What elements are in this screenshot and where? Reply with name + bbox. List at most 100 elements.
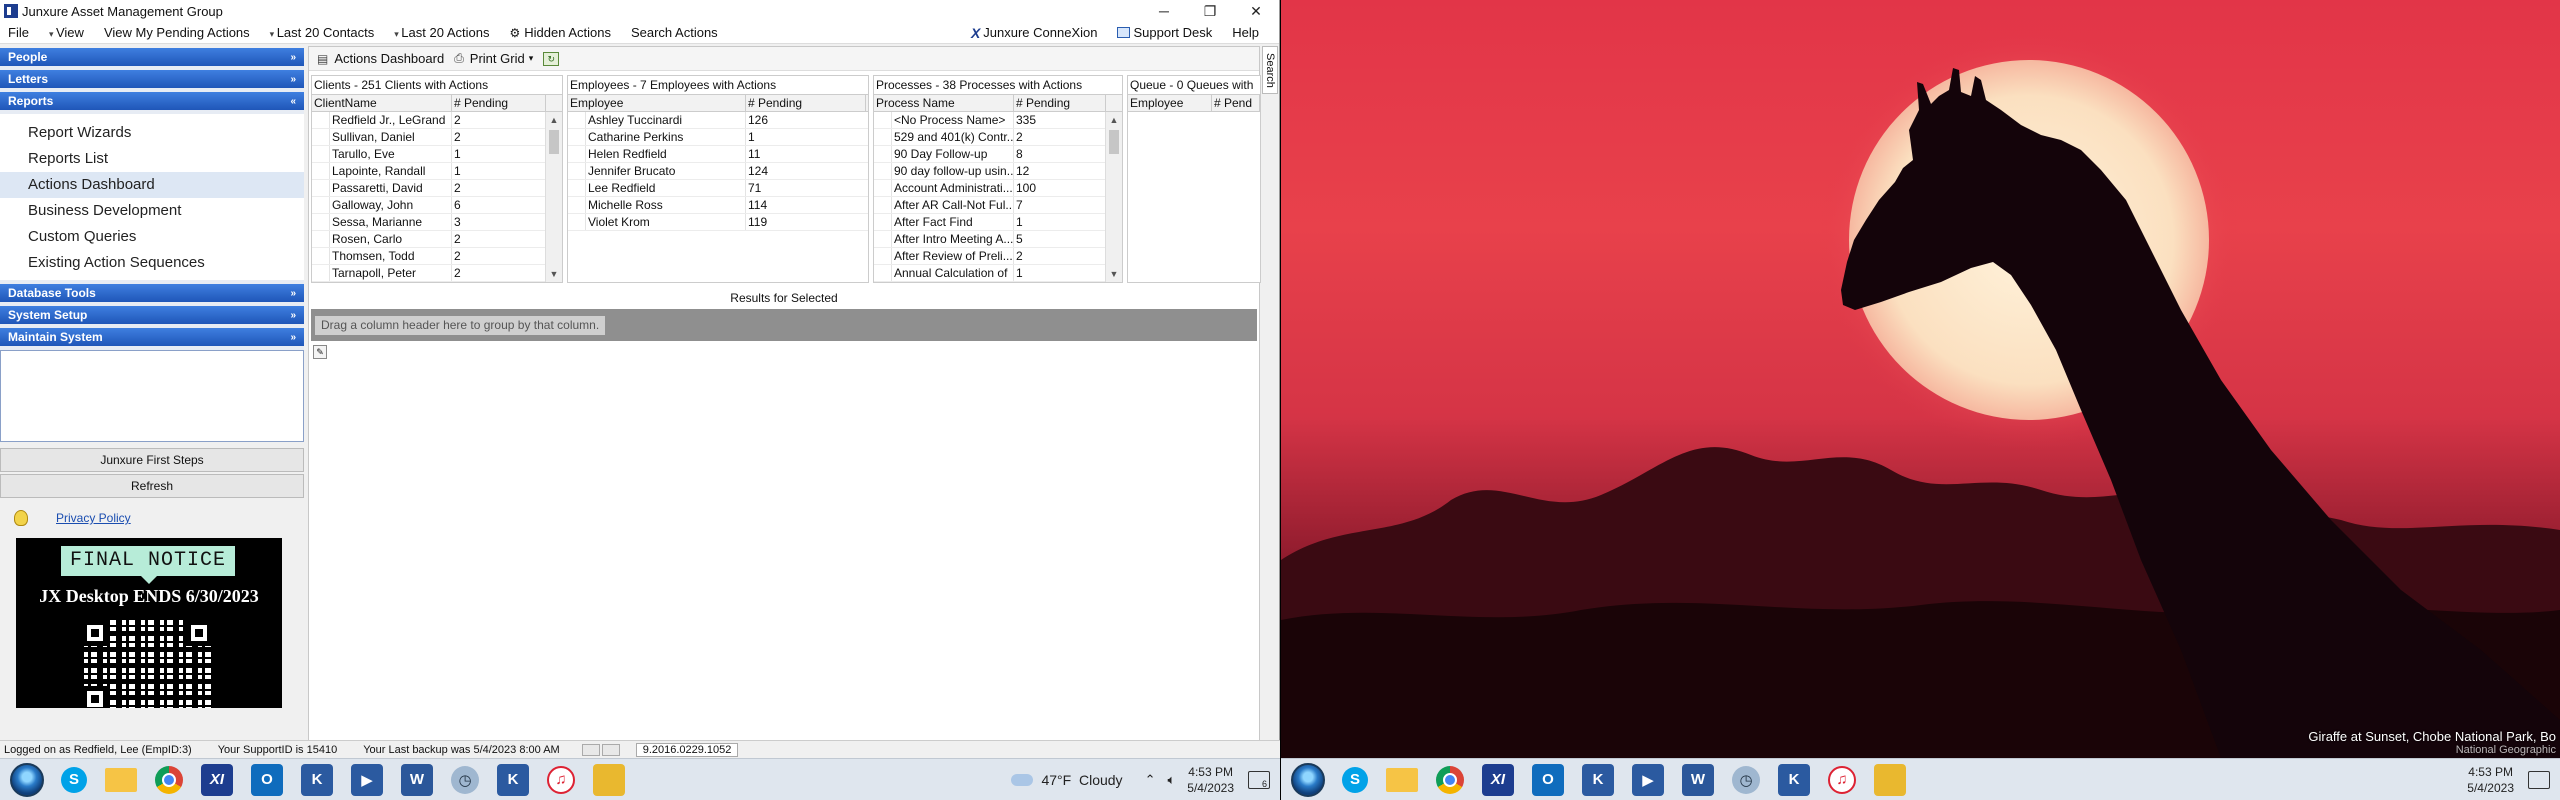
file-explorer-icon[interactable]: [1386, 767, 1418, 792]
itunes-icon[interactable]: ♫: [1828, 765, 1856, 794]
clients-row[interactable]: Lapointe, Randall 1: [312, 163, 562, 180]
search-side-tab[interactable]: Search: [1262, 46, 1278, 94]
itunes-icon[interactable]: ♫: [547, 765, 575, 794]
clients-row[interactable]: Sessa, Marianne 3: [312, 214, 562, 231]
menu-last-20-contacts[interactable]: Last 20 Contacts: [270, 25, 375, 40]
row-selector[interactable]: [568, 112, 586, 128]
word-icon[interactable]: W: [401, 763, 433, 796]
taskbar-clock[interactable]: 4:53 PM 5/4/2023: [2467, 764, 2514, 796]
column-header-pending[interactable]: # Pending: [452, 95, 546, 111]
processes-row[interactable]: <No Process Name> 335: [874, 112, 1122, 129]
processes-row[interactable]: 529 and 401(k) Contr... 2: [874, 129, 1122, 146]
row-selector[interactable]: [312, 214, 330, 230]
file-explorer-icon[interactable]: [105, 767, 137, 792]
row-selector[interactable]: [874, 231, 892, 247]
row-selector[interactable]: [874, 146, 892, 162]
menu-help[interactable]: Help: [1232, 25, 1259, 40]
clock-app-icon[interactable]: ◷: [1732, 765, 1760, 794]
employees-row[interactable]: Michelle Ross 114: [568, 197, 868, 214]
processes-row[interactable]: Account Administrati... 100: [874, 180, 1122, 197]
row-selector[interactable]: [568, 214, 586, 230]
nav-section-letters[interactable]: Letters »: [0, 70, 304, 92]
k-app-icon[interactable]: K: [1582, 763, 1614, 796]
start-button-icon[interactable]: [10, 762, 44, 797]
k-app-icon[interactable]: K: [1778, 763, 1810, 796]
scroll-thumb[interactable]: [549, 130, 559, 154]
nav-item-existing-action-sequences[interactable]: Existing Action Sequences: [0, 250, 304, 276]
folder-icon[interactable]: [1874, 763, 1906, 796]
row-selector[interactable]: [568, 129, 586, 145]
column-header-pending[interactable]: # Pend: [1212, 95, 1260, 111]
clients-row[interactable]: Tarnapoll, Peter 2: [312, 265, 562, 282]
row-selector[interactable]: [312, 248, 330, 264]
scroll-down-icon[interactable]: ▼: [1106, 266, 1122, 282]
column-header-employee[interactable]: Employee: [568, 95, 746, 111]
menu-last-20-actions[interactable]: Last 20 Actions: [394, 25, 489, 40]
nav-item-business-development[interactable]: Business Development: [0, 198, 304, 224]
row-selector[interactable]: [312, 163, 330, 179]
final-notice-banner[interactable]: FINAL NOTICE JX Desktop ENDS 6/30/2023: [16, 538, 282, 708]
menu-junxure-connexion[interactable]: X Junxure ConneXion: [971, 25, 1098, 41]
column-header-clientname[interactable]: ClientName: [312, 95, 452, 111]
scroll-down-icon[interactable]: ▼: [546, 266, 562, 282]
wallpaper-caption[interactable]: Giraffe at Sunset, Chobe National Park, …: [2308, 729, 2556, 756]
processes-row[interactable]: 90 day follow-up usin... 12: [874, 163, 1122, 180]
menu-hidden-actions[interactable]: ⚙ Hidden Actions: [509, 25, 611, 40]
start-button-icon[interactable]: [1291, 762, 1325, 797]
employees-row[interactable]: Helen Redfield 11: [568, 146, 868, 163]
menu-support-desk[interactable]: Support Desk: [1117, 25, 1212, 40]
close-button[interactable]: ✕: [1233, 3, 1279, 20]
menu-file[interactable]: File: [8, 25, 29, 40]
clock-app-icon[interactable]: ◷: [451, 765, 479, 794]
nav-item-reports-list[interactable]: Reports List: [0, 146, 304, 172]
clients-row[interactable]: Tarullo, Eve 1: [312, 146, 562, 163]
employees-row[interactable]: Violet Krom 119: [568, 214, 868, 231]
clients-row[interactable]: Galloway, John 6: [312, 197, 562, 214]
clients-row[interactable]: Sullivan, Daniel 2: [312, 129, 562, 146]
refresh-button[interactable]: Refresh: [0, 474, 304, 498]
processes-scrollbar[interactable]: ▲ ▼: [1105, 112, 1122, 282]
row-selector[interactable]: [874, 163, 892, 179]
nav-section-people[interactable]: People »: [0, 48, 304, 70]
column-header-employee[interactable]: Employee: [1128, 95, 1212, 111]
chrome-icon[interactable]: [155, 765, 183, 794]
row-selector[interactable]: [874, 248, 892, 264]
notification-icon[interactable]: [2528, 770, 2550, 789]
row-selector[interactable]: [312, 129, 330, 145]
skype-icon[interactable]: S: [61, 766, 87, 793]
row-selector[interactable]: [568, 146, 586, 162]
processes-row[interactable]: After Fact Find 1: [874, 214, 1122, 231]
row-selector[interactable]: [312, 146, 330, 162]
clients-row[interactable]: Redfield Jr., LeGrand 2: [312, 112, 562, 129]
menu-search-actions[interactable]: Search Actions: [631, 25, 718, 40]
employees-row[interactable]: Catharine Perkins 1: [568, 129, 868, 146]
row-selector[interactable]: [312, 180, 330, 196]
row-selector[interactable]: [874, 265, 892, 281]
junxure-icon[interactable]: XI: [1482, 763, 1514, 796]
junxure-icon[interactable]: XI: [201, 763, 233, 796]
minimize-button[interactable]: ─: [1141, 3, 1187, 20]
nav-item-actions-dashboard[interactable]: Actions Dashboard: [0, 172, 304, 198]
chrome-icon[interactable]: [1436, 765, 1464, 794]
employees-row[interactable]: Ashley Tuccinardi 126: [568, 112, 868, 129]
chevron-up-icon[interactable]: ⌃: [1145, 772, 1156, 788]
nav-item-custom-queries[interactable]: Custom Queries: [0, 224, 304, 250]
row-selector[interactable]: [312, 112, 330, 128]
column-header-pending[interactable]: # Pending: [1014, 95, 1106, 111]
nav-section-system-setup[interactable]: System Setup »: [0, 306, 304, 328]
skype-icon[interactable]: S: [1342, 766, 1368, 793]
restore-button[interactable]: ❐: [1187, 3, 1233, 20]
row-selector[interactable]: [312, 231, 330, 247]
k-app-icon[interactable]: K: [301, 763, 333, 796]
menu-view-my-pending-actions[interactable]: View My Pending Actions: [104, 25, 250, 40]
row-selector[interactable]: [568, 197, 586, 213]
clients-row[interactable]: Rosen, Carlo 2: [312, 231, 562, 248]
folder-icon[interactable]: [593, 763, 625, 796]
nav-section-maintain-system[interactable]: Maintain System »: [0, 328, 304, 350]
media-app-icon[interactable]: ▶: [1632, 763, 1664, 796]
speaker-icon[interactable]: 🔈︎: [1167, 772, 1175, 788]
scroll-up-icon[interactable]: ▲: [1106, 112, 1122, 128]
word-icon[interactable]: W: [1682, 763, 1714, 796]
row-selector[interactable]: [874, 214, 892, 230]
junxure-first-steps-button[interactable]: Junxure First Steps: [0, 448, 304, 472]
